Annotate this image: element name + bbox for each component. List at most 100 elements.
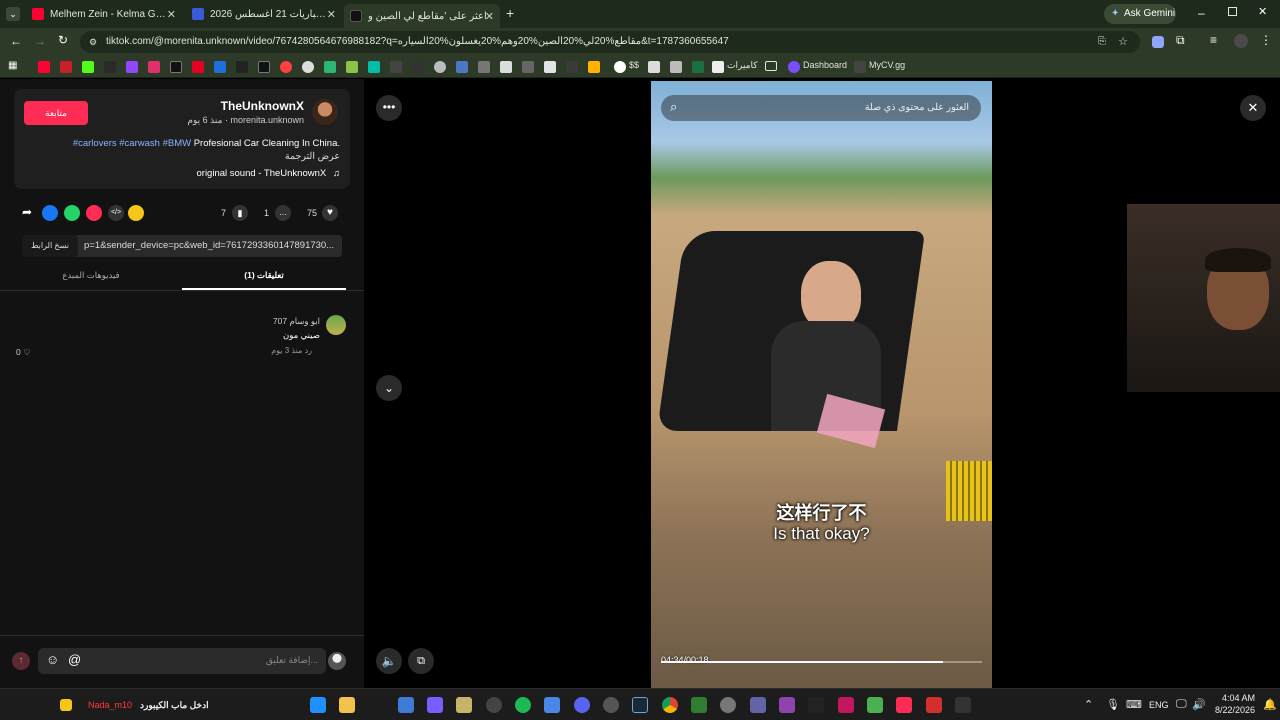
comment-input[interactable]: ☺ @ إضافة تعليق... bbox=[38, 648, 326, 674]
bookmark-kick-icon[interactable] bbox=[82, 61, 94, 73]
mention-icon[interactable]: @ bbox=[68, 652, 81, 667]
app-icon[interactable] bbox=[720, 697, 736, 713]
heart-icon[interactable]: ♥ bbox=[322, 205, 338, 221]
close-tab-icon[interactable]: ✕ bbox=[327, 8, 336, 21]
bookmark-icon[interactable] bbox=[854, 61, 866, 73]
emoji-icon[interactable]: ☺ bbox=[46, 652, 59, 667]
app-icon[interactable] bbox=[544, 697, 560, 713]
extensions-puzzle-icon[interactable]: ⧉ bbox=[1176, 33, 1185, 48]
embed-icon[interactable]: </> bbox=[108, 205, 124, 221]
bookmark-icon[interactable] bbox=[788, 61, 800, 73]
bookmark-pinterest-icon[interactable] bbox=[192, 61, 204, 73]
minimize-button[interactable]: – bbox=[1198, 6, 1205, 20]
discord-icon[interactable] bbox=[574, 697, 590, 713]
bookmark-icon[interactable] bbox=[390, 61, 402, 73]
app-icon[interactable] bbox=[398, 697, 414, 713]
pip-button[interactable]: ⧉ bbox=[408, 648, 434, 674]
app-icon[interactable] bbox=[808, 697, 824, 713]
menu-icon[interactable]: ⋮ bbox=[1260, 33, 1272, 47]
comment-like[interactable]: 0 ♡ bbox=[16, 347, 31, 358]
close-tab-icon[interactable]: ✕ bbox=[485, 10, 494, 23]
tiktok-taskbar-icon[interactable] bbox=[896, 697, 912, 713]
bookmark-icon[interactable] bbox=[478, 61, 490, 73]
widget-icon[interactable] bbox=[60, 699, 72, 711]
facebook-icon[interactable] bbox=[42, 205, 58, 221]
bookmark-icon[interactable] bbox=[566, 61, 578, 73]
hashtags[interactable]: #carlovers #carwash #BMW bbox=[73, 138, 191, 149]
bookmark-star-icon[interactable]: ☆ bbox=[1118, 31, 1128, 53]
bookmark-icon[interactable] bbox=[302, 61, 314, 73]
progress-track[interactable] bbox=[661, 661, 982, 663]
forward-button[interactable]: → bbox=[34, 34, 46, 48]
app-icon[interactable] bbox=[691, 697, 707, 713]
app-icon[interactable] bbox=[926, 697, 942, 713]
bookmark-icon[interactable] bbox=[712, 61, 724, 73]
bookmark-icon[interactable] bbox=[412, 61, 424, 73]
more-share-icon[interactable] bbox=[128, 205, 144, 221]
folder-icon[interactable] bbox=[765, 61, 777, 71]
bookmark-icon[interactable]: ▮ bbox=[232, 205, 248, 221]
reload-button[interactable]: ↻ bbox=[58, 33, 68, 47]
clock-time[interactable]: 4:04 AM bbox=[1222, 693, 1255, 703]
install-icon[interactable]: ⎘ bbox=[1098, 31, 1106, 53]
volume-icon[interactable]: 🔊 bbox=[1192, 698, 1206, 711]
back-button[interactable]: ← bbox=[10, 34, 22, 48]
bookmark-icon[interactable] bbox=[648, 61, 660, 73]
sound-row[interactable]: original sound - TheUnknownX ♫ bbox=[197, 168, 341, 179]
bookmark-icon[interactable] bbox=[670, 61, 682, 73]
bookmark-tiktok-icon[interactable] bbox=[258, 61, 270, 73]
share-arrow-icon[interactable]: ➦ bbox=[22, 205, 32, 219]
creator-handle[interactable]: morenita.unknown bbox=[230, 115, 304, 125]
address-bar[interactable]: ⚙ tiktok.com/@morenita.unknown/video/767… bbox=[80, 31, 1140, 53]
ask-gemini-button[interactable]: ✦ Ask Gemini bbox=[1104, 4, 1176, 24]
app-icon[interactable] bbox=[603, 697, 619, 713]
network-icon[interactable]: 🖵 bbox=[1176, 698, 1187, 711]
bookmark-cameras[interactable]: كاميرات bbox=[727, 60, 758, 71]
microphone-icon[interactable]: 🎙 bbox=[1106, 698, 1120, 711]
next-video-button[interactable]: ⌄ bbox=[376, 375, 402, 401]
tray-chevron-icon[interactable]: ⌃ bbox=[1084, 698, 1093, 711]
telegram-icon[interactable] bbox=[86, 205, 102, 221]
translate-link[interactable]: عرض الترجمة bbox=[285, 151, 340, 162]
bookmark-icon[interactable] bbox=[544, 61, 556, 73]
bookmark-icon[interactable] bbox=[588, 61, 600, 73]
file-explorer-icon[interactable] bbox=[339, 697, 355, 713]
bookmark-icon[interactable] bbox=[104, 61, 116, 73]
post-comment-button[interactable]: ↑ bbox=[12, 652, 30, 670]
tab-comments[interactable]: تعليقات (1) bbox=[182, 270, 346, 281]
chrome-icon[interactable] bbox=[662, 697, 678, 713]
bookmark-x-icon[interactable] bbox=[170, 61, 182, 73]
video-search-bar[interactable]: ⌕ العثور على محتوى ذي صلة bbox=[661, 95, 981, 121]
comment-icon[interactable]: … bbox=[275, 205, 291, 221]
profile-avatar[interactable] bbox=[1234, 34, 1248, 48]
bookmark-icon[interactable] bbox=[368, 61, 380, 73]
bookmark-icon[interactable] bbox=[522, 61, 534, 73]
commenter-avatar[interactable] bbox=[326, 315, 346, 335]
bookmark-icon[interactable] bbox=[500, 61, 512, 73]
more-options-button[interactable]: ••• bbox=[376, 95, 402, 121]
bookmark-icon[interactable] bbox=[214, 61, 226, 73]
close-tab-icon[interactable]: ✕ bbox=[167, 8, 176, 21]
share-link-text[interactable]: p=1&sender_device=pc&web_id=761729336014… bbox=[84, 240, 338, 251]
comment-author[interactable]: ابو وسام 707 bbox=[273, 316, 320, 327]
bookmark-icon[interactable] bbox=[434, 61, 446, 73]
app-icon[interactable] bbox=[838, 697, 854, 713]
close-window-button[interactable]: ✕ bbox=[1258, 5, 1267, 18]
bookmark-instagram-icon[interactable] bbox=[148, 61, 160, 73]
reading-list-icon[interactable]: ≡ bbox=[1210, 33, 1217, 47]
tab-tiktok[interactable]: اعثر على 'مقاطع لي الصين و ✕ bbox=[344, 4, 500, 28]
bookmark-dashboard[interactable]: Dashboard bbox=[803, 60, 847, 70]
creator-avatar[interactable] bbox=[312, 99, 338, 125]
spotify-icon[interactable] bbox=[515, 697, 531, 713]
bookmark-icon[interactable] bbox=[346, 61, 358, 73]
close-video-button[interactable]: ✕ bbox=[1240, 95, 1266, 121]
whatsapp-icon[interactable] bbox=[64, 205, 80, 221]
bookmark-youtube-icon[interactable] bbox=[38, 61, 50, 73]
reply-button[interactable]: رد bbox=[305, 346, 312, 355]
new-tab-button[interactable]: + bbox=[506, 5, 514, 21]
site-info-icon[interactable]: ⚙ bbox=[89, 31, 97, 53]
steam-icon[interactable] bbox=[632, 697, 648, 713]
bookmark-icon[interactable] bbox=[324, 61, 336, 73]
bookmark-excel-icon[interactable] bbox=[692, 61, 704, 73]
maximize-button[interactable] bbox=[1228, 7, 1237, 16]
